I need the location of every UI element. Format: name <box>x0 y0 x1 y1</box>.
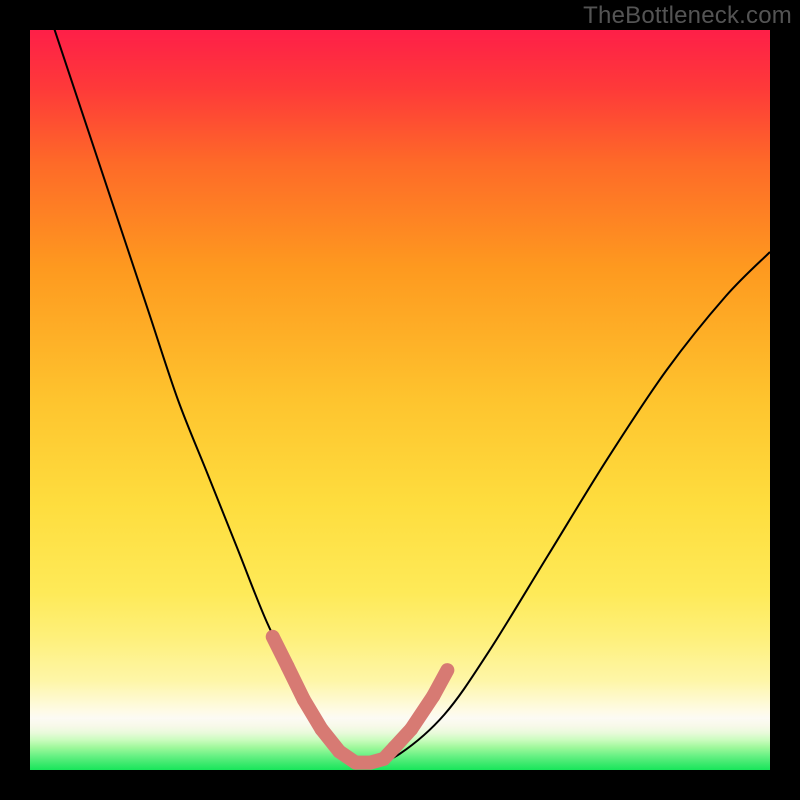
marker-pip <box>433 670 447 696</box>
marker-pips <box>273 637 448 763</box>
chart-container: TheBottleneck.com <box>0 0 800 800</box>
chart-svg <box>30 30 770 770</box>
watermark-text: TheBottleneck.com <box>583 2 792 30</box>
plot-area <box>30 30 770 770</box>
bottleneck-curve <box>30 30 770 764</box>
